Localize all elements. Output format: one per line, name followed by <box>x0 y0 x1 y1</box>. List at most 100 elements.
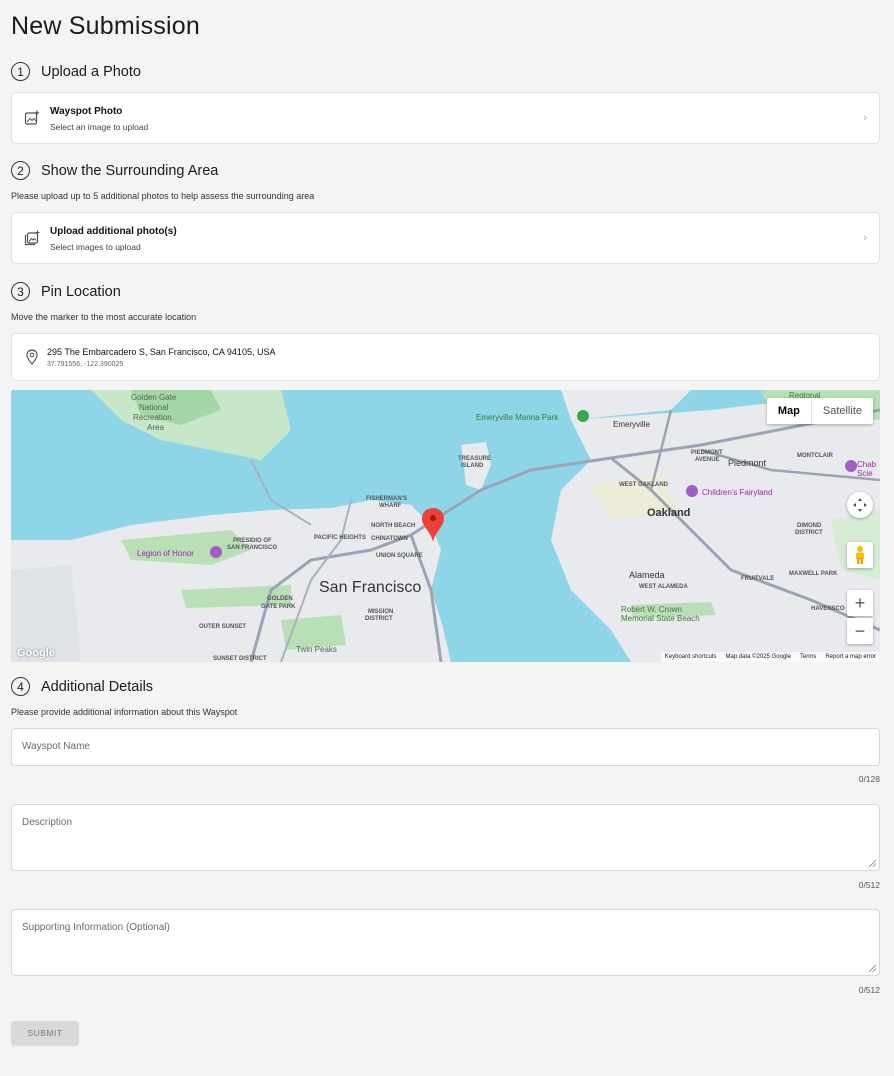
supporting-info-placeholder: Supporting Information (Optional) <box>22 922 170 933</box>
svg-text:PIEDMONT: PIEDMONT <box>691 450 723 456</box>
svg-text:Scie: Scie <box>857 469 873 478</box>
description-placeholder: Description <box>22 817 73 828</box>
step-pin-location-header: 3 Pin Location <box>11 282 121 301</box>
submission-page: New Submission 1 Upload a Photo Wayspot … <box>0 0 894 1076</box>
svg-text:NORTH BEACH: NORTH BEACH <box>371 523 415 529</box>
supporting-info-char-counter: 0/512 <box>858 985 880 995</box>
svg-text:HAVENSCO: HAVENSCO <box>811 606 845 612</box>
svg-text:WEST ALAMEDA: WEST ALAMEDA <box>639 584 688 590</box>
report-map-error-link[interactable]: Report a map error <box>825 654 876 660</box>
google-logo: Google <box>17 647 55 659</box>
svg-text:GOLDEN: GOLDEN <box>267 596 293 602</box>
svg-text:MONTCLAIR: MONTCLAIR <box>797 453 834 459</box>
svg-text:ISLAND: ISLAND <box>461 463 484 469</box>
step-title: Show the Surrounding Area <box>41 162 219 179</box>
description-textarea[interactable]: Description <box>11 804 880 871</box>
address-text: 295 The Embarcadero S, San Francisco, CA… <box>47 347 276 357</box>
poi-marker-icon <box>845 460 857 472</box>
step-title: Additional Details <box>41 678 154 695</box>
svg-text:DISTRICT: DISTRICT <box>795 530 823 536</box>
map-data-attribution: Map data ©2025 Google <box>725 654 791 660</box>
svg-text:OUTER SUNSET: OUTER SUNSET <box>199 624 246 630</box>
pegman-icon <box>856 546 864 564</box>
pan-arrows-icon <box>853 498 867 512</box>
coordinates-text: 37.791556, -122.390025 <box>47 361 124 368</box>
step-upload-photo-header: 1 Upload a Photo <box>11 62 141 81</box>
svg-text:National: National <box>139 403 169 412</box>
additional-photos-upload-card[interactable]: Upload additional photo(s) Select images… <box>11 212 880 264</box>
svg-text:UNION SQUARE: UNION SQUARE <box>376 553 423 559</box>
svg-text:Area: Area <box>147 423 164 432</box>
card-title: Wayspot Photo <box>50 106 123 117</box>
submit-button[interactable]: SUBMIT <box>11 1021 79 1045</box>
map-canvas[interactable]: Golden Gate National Recreation Area Twi… <box>11 390 880 662</box>
wayspot-name-field[interactable]: Wayspot Name <box>11 728 880 766</box>
svg-text:GATE PARK: GATE PARK <box>261 604 296 610</box>
svg-text:PACIFIC HEIGHTS: PACIFIC HEIGHTS <box>314 535 366 541</box>
page-title: New Submission <box>11 12 200 40</box>
svg-text:Children's Fairyland: Children's Fairyland <box>702 488 772 497</box>
chevron-right-icon: › <box>863 112 867 124</box>
supporting-info-textarea[interactable]: Supporting Information (Optional) <box>11 909 880 976</box>
location-map[interactable]: Golden Gate National Recreation Area Twi… <box>11 390 880 662</box>
resize-handle-icon[interactable] <box>869 965 876 972</box>
map-type-satellite-button[interactable]: Satellite <box>810 398 873 424</box>
chevron-right-icon: › <box>863 232 867 244</box>
svg-text:MISSION: MISSION <box>368 609 393 615</box>
poi-marker-icon <box>210 546 222 558</box>
svg-text:Legion of Honor: Legion of Honor <box>137 549 194 558</box>
name-char-counter: 0/128 <box>858 774 880 784</box>
step-description: Move the marker to the most accurate loc… <box>11 312 197 322</box>
svg-text:Emeryville: Emeryville <box>613 420 650 429</box>
svg-text:CHINATOWN: CHINATOWN <box>371 536 408 542</box>
step-number: 2 <box>11 161 30 180</box>
svg-text:Oakland: Oakland <box>647 507 690 519</box>
svg-text:SUNSET DISTRICT: SUNSET DISTRICT <box>213 656 267 662</box>
svg-text:Recreation: Recreation <box>133 413 172 422</box>
svg-text:FISHERMAN'S: FISHERMAN'S <box>366 496 407 502</box>
wayspot-photo-upload-card[interactable]: Wayspot Photo Select an image to upload … <box>11 92 880 144</box>
street-view-pegman-button[interactable] <box>847 542 873 568</box>
terms-link[interactable]: Terms <box>800 654 816 660</box>
svg-text:WHARF: WHARF <box>379 503 402 509</box>
svg-text:DIMOND: DIMOND <box>797 523 822 529</box>
svg-text:PRESIDIO OF: PRESIDIO OF <box>233 538 272 544</box>
step-number: 4 <box>11 677 30 696</box>
step-number: 3 <box>11 282 30 301</box>
step-description: Please provide additional information ab… <box>11 707 238 717</box>
svg-text:Memorial State Beach: Memorial State Beach <box>621 614 700 623</box>
card-subtitle: Select an image to upload <box>50 122 149 132</box>
step-title: Upload a Photo <box>41 63 141 80</box>
svg-text:DISTRICT: DISTRICT <box>365 616 393 622</box>
svg-text:Emeryville Marina Park: Emeryville Marina Park <box>476 413 559 422</box>
park-marker-icon <box>577 410 589 422</box>
step-title: Pin Location <box>41 283 121 300</box>
add-photo-icon <box>24 110 40 125</box>
svg-text:TREASURE: TREASURE <box>458 456 491 462</box>
description-char-counter: 0/512 <box>858 880 880 890</box>
resize-handle-icon[interactable] <box>869 860 876 867</box>
map-type-map-button[interactable]: Map <box>767 398 811 424</box>
svg-text:SAN FRANCISCO: SAN FRANCISCO <box>227 545 277 551</box>
svg-text:Chab: Chab <box>857 460 877 469</box>
zoom-in-button[interactable]: + <box>847 590 873 616</box>
step-additional-details-header: 4 Additional Details <box>11 677 153 696</box>
svg-text:Piedmont: Piedmont <box>728 458 767 468</box>
svg-text:Robert W. Crown: Robert W. Crown <box>621 605 682 614</box>
wayspot-name-placeholder: Wayspot Name <box>22 741 90 752</box>
svg-text:San Francisco: San Francisco <box>319 579 421 596</box>
step-description: Please upload up to 5 additional photos … <box>11 191 315 201</box>
zoom-out-button[interactable]: − <box>847 618 873 644</box>
step-surrounding-header: 2 Show the Surrounding Area <box>11 161 218 180</box>
location-address-card[interactable]: 295 The Embarcadero S, San Francisco, CA… <box>11 333 880 381</box>
svg-text:WEST OAKLAND: WEST OAKLAND <box>619 482 669 488</box>
card-subtitle: Select images to upload <box>50 242 141 252</box>
svg-text:FRUITVALE: FRUITVALE <box>741 576 774 582</box>
camera-control-button[interactable] <box>847 492 873 518</box>
map-type-toggle: Map Satellite <box>766 398 873 424</box>
svg-text:Alameda: Alameda <box>629 570 665 580</box>
svg-text:Twin Peaks: Twin Peaks <box>296 645 337 654</box>
keyboard-shortcuts-link[interactable]: Keyboard shortcuts <box>665 654 717 660</box>
card-title: Upload additional photo(s) <box>50 226 177 237</box>
location-pin-icon <box>26 349 38 365</box>
